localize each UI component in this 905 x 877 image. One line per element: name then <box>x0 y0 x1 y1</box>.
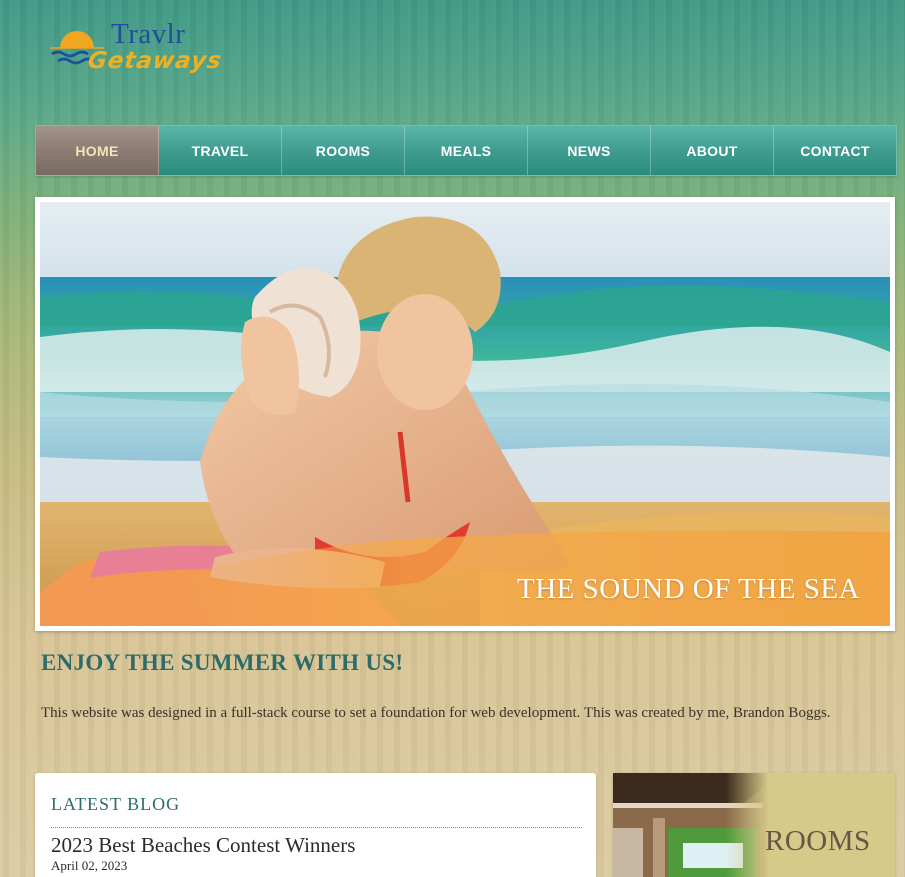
main-navigation: HOME TRAVEL ROOMS MEALS NEWS ABOUT CONTA… <box>35 125 897 176</box>
blog-divider <box>51 827 582 828</box>
nav-item-rooms[interactable]: ROOMS <box>282 126 405 175</box>
nav-item-travel[interactable]: TRAVEL <box>159 126 282 175</box>
hero-caption: THE SOUND OF THE SEA <box>517 573 860 605</box>
hero-banner: THE SOUND OF THE SEA <box>35 197 895 631</box>
blog-post-date: April 02, 2023 <box>51 858 128 873</box>
nav-item-news[interactable]: NEWS <box>528 126 651 175</box>
logo-subtitle: Getaways <box>86 48 224 74</box>
site-logo[interactable]: Travlr Getaways <box>46 18 231 80</box>
logo-title: Travlr <box>111 18 186 50</box>
latest-blog-heading: LATEST BLOG <box>51 794 181 814</box>
latest-blog-panel: LATEST BLOG 2023 Best Beaches Contest Wi… <box>35 773 596 877</box>
nav-item-home[interactable]: HOME <box>36 126 159 175</box>
rooms-promo-panel[interactable]: ROOMS <box>613 773 895 877</box>
hero-image <box>40 202 890 626</box>
intro-paragraph: This website was designed in a full-stac… <box>41 705 831 721</box>
rooms-promo-label: ROOMS <box>765 825 871 857</box>
nav-item-meals[interactable]: MEALS <box>405 126 528 175</box>
intro-heading: ENJOY THE SUMMER WITH US! <box>41 650 404 675</box>
nav-item-contact[interactable]: CONTACT <box>774 126 896 175</box>
blog-post-title-link[interactable]: 2023 Best Beaches Contest Winners <box>51 833 355 858</box>
nav-item-about[interactable]: ABOUT <box>651 126 774 175</box>
